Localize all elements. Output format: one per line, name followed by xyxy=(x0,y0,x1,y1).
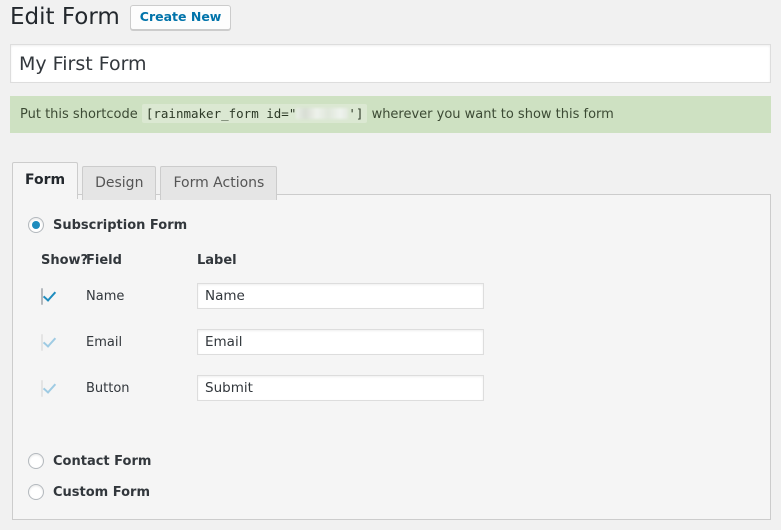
shortcode-notice: Put this shortcode [rainmaker_form id=" '… xyxy=(10,96,771,133)
tab-form[interactable]: Form xyxy=(12,162,78,199)
label-input-button[interactable] xyxy=(197,375,484,401)
page-title: Edit Form xyxy=(10,3,120,32)
tab-design[interactable]: Design xyxy=(82,166,156,200)
field-table-header-row: Show? Field Label xyxy=(13,247,770,273)
table-row: Email xyxy=(13,319,770,365)
field-row-button-show-cell xyxy=(13,381,86,396)
field-row-button-label-cell xyxy=(197,375,484,401)
label-input-name[interactable] xyxy=(197,283,484,309)
radio-contact-form[interactable] xyxy=(28,453,44,469)
checkbox-show-button xyxy=(41,380,43,397)
column-header-label: Label xyxy=(197,253,237,268)
field-row-button-label: Button xyxy=(86,381,197,396)
radio-subscription-form[interactable] xyxy=(28,217,44,233)
shortcode-suffix-text: '] xyxy=(348,106,363,121)
field-row-name-show-cell xyxy=(13,289,86,304)
checkbox-show-name[interactable] xyxy=(41,288,43,305)
form-type-custom-label: Custom Form xyxy=(53,485,150,500)
field-row-name-label-cell xyxy=(197,283,484,309)
radio-custom-form[interactable] xyxy=(28,484,44,500)
create-new-button[interactable]: Create New xyxy=(130,5,232,30)
tab-form-actions[interactable]: Form Actions xyxy=(160,166,277,200)
column-header-show: Show? xyxy=(13,253,86,268)
form-type-subscription[interactable]: Subscription Form xyxy=(28,217,187,233)
tab-bar: Form Design Form Actions xyxy=(12,162,281,199)
label-input-email[interactable] xyxy=(197,329,484,355)
shortcode-prefix-text: [rainmaker_form id=" xyxy=(146,106,297,121)
field-table: Show? Field Label Name Email xyxy=(13,247,770,411)
shortcode-snippet[interactable]: [rainmaker_form id=" '] xyxy=(142,104,368,123)
field-row-email-show-cell xyxy=(13,335,86,350)
form-type-subscription-label: Subscription Form xyxy=(53,218,187,233)
form-type-contact-label: Contact Form xyxy=(53,454,151,469)
checkbox-show-email xyxy=(41,334,43,351)
field-row-email-label-cell xyxy=(197,329,484,355)
shortcode-id-redacted xyxy=(296,108,348,119)
field-row-name-label: Name xyxy=(86,289,197,304)
field-row-email-label: Email xyxy=(86,335,197,350)
form-type-custom[interactable]: Custom Form xyxy=(28,484,150,500)
form-title-input[interactable] xyxy=(10,44,771,83)
form-settings-panel: Subscription Form Show? Field Label Name… xyxy=(12,194,771,520)
page-header: Edit Form Create New xyxy=(10,0,231,34)
shortcode-notice-prefix: Put this shortcode xyxy=(20,107,138,122)
shortcode-notice-suffix: wherever you want to show this form xyxy=(372,107,614,122)
form-type-contact[interactable]: Contact Form xyxy=(28,453,151,469)
table-row: Name xyxy=(13,273,770,319)
table-row: Button xyxy=(13,365,770,411)
column-header-field: Field xyxy=(86,253,197,268)
form-title-field-wrap xyxy=(10,44,771,83)
